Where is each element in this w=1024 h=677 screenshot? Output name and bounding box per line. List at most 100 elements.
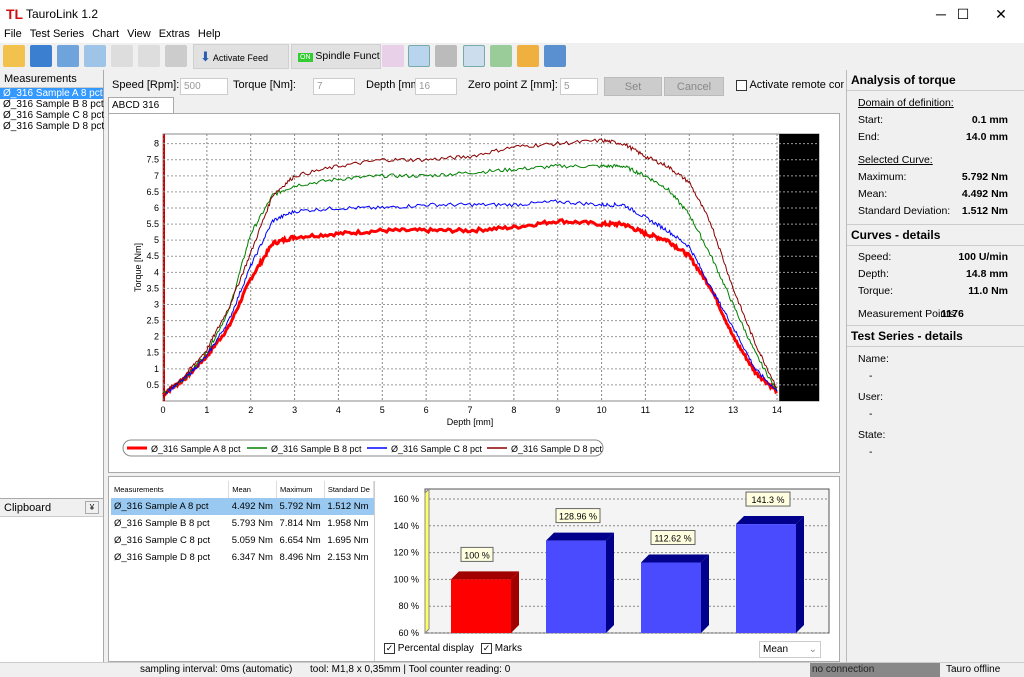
label: Torque: <box>858 285 894 297</box>
y-tick-label: 4 <box>154 267 159 277</box>
percental-display-checkbox[interactable]: ✓ Percental display <box>384 643 474 654</box>
delete-icon[interactable] <box>165 45 187 67</box>
menu-file[interactable]: File <box>0 28 26 40</box>
save-icon[interactable] <box>30 45 52 67</box>
sampling-status: sampling interval: 0ms (automatic) <box>140 664 293 675</box>
menu-view[interactable]: View <box>123 28 155 40</box>
connection-status: no connection <box>810 663 940 677</box>
checkbox[interactable]: ✓ <box>481 643 492 654</box>
markers-icon[interactable] <box>408 45 430 67</box>
copy-icon[interactable] <box>111 45 133 67</box>
spindle-function-button[interactable]: ON Spindle Function <box>291 44 381 69</box>
open-folder-icon[interactable] <box>3 45 25 67</box>
measurement-item[interactable]: Ø_316 Sample C 8 pct <box>0 110 104 121</box>
col-std[interactable]: Standard De <box>324 481 375 498</box>
frame-icon[interactable] <box>463 45 485 67</box>
y-tick-label: 1 <box>154 364 159 374</box>
add-curve-icon[interactable] <box>382 45 404 67</box>
menu-help[interactable]: Help <box>194 28 225 40</box>
bar-data-label: 100 % <box>464 550 490 560</box>
bar-y-tick-label: 140 % <box>393 521 419 531</box>
cancel-button[interactable]: Cancel <box>664 77 724 96</box>
bar-top <box>451 571 519 580</box>
torque-label: Torque [Nm]: <box>233 79 296 91</box>
speed-select[interactable]: 500 <box>180 78 228 95</box>
measurement-item[interactable]: Ø_316 Sample B 8 pct <box>0 99 104 110</box>
state-label: State: <box>858 429 886 441</box>
bar-side <box>606 532 614 633</box>
y-tick-label: 2.5 <box>146 316 159 326</box>
clipboard-header: Clipboard ¥ <box>0 499 103 517</box>
bar <box>736 524 796 633</box>
settings-icon[interactable] <box>435 45 457 67</box>
tab-abcd-316-ss[interactable]: ABCD 316 SS <box>108 97 174 126</box>
percental-label: Percental display <box>397 643 474 655</box>
activate-feed-button[interactable]: ⬇ Activate Feed <box>193 44 289 69</box>
user-value: - <box>869 408 873 420</box>
new-series-icon[interactable] <box>84 45 106 67</box>
table-row[interactable]: Ø_316 Sample C 8 pct 5.059 Nm 6.654 Nm 1.69… <box>111 532 374 549</box>
table-row[interactable]: Ø_316 Sample A 8 pct 4.492 Nm 5.792 Nm 1.51… <box>111 498 374 515</box>
x-tick-label: 13 <box>728 405 738 415</box>
close-button[interactable]: ✕ <box>978 0 1024 28</box>
table-cell: 5.793 Nm <box>231 518 273 529</box>
series-details-title: Test Series - details <box>847 325 1024 347</box>
y-tick-label: 5 <box>154 235 159 245</box>
y-tick-label: 7.5 <box>146 155 159 165</box>
toolbar: ⬇ Activate Feed ON Spindle Function <box>0 43 1024 70</box>
on-badge: ON <box>298 53 313 62</box>
x-tick-label: 14 <box>772 405 782 415</box>
remote-control-checkbox[interactable]: Activate remote contro <box>736 79 844 91</box>
table-cell: 2.153 Nm <box>327 552 369 563</box>
y-tick-label: 6.5 <box>146 187 159 197</box>
col-maximum[interactable]: Maximum <box>276 481 325 498</box>
table-row[interactable]: Ø_316 Sample B 8 pct 5.793 Nm 7.814 Nm 1.95… <box>111 515 374 532</box>
marks-checkbox[interactable]: ✓ Marks <box>481 643 522 654</box>
tauro-status: Tauro offline <box>946 664 1001 675</box>
torque-input[interactable]: 7 <box>313 78 355 95</box>
x-axis-label: Depth [mm] <box>447 417 494 427</box>
analysis-title: Analysis of torque <box>847 70 1024 91</box>
depth-input[interactable]: 16 <box>415 78 457 95</box>
zero-point-input[interactable]: 5 <box>560 78 598 95</box>
activate-feed-label: Activate Feed <box>212 53 268 63</box>
x-tick-label: 2 <box>248 405 253 415</box>
label: Start: <box>858 114 884 126</box>
name-label: Name: <box>858 353 889 365</box>
measurements-table: Measurements Mean Maximum Standard De Ø_316… <box>111 481 375 661</box>
set-button[interactable]: Set <box>604 77 662 96</box>
statistic-select[interactable]: Mean ⌄ <box>759 641 821 658</box>
bar-data-label: 112.62 % <box>654 533 691 543</box>
menu-extras[interactable]: Extras <box>155 28 194 40</box>
bar <box>546 540 606 633</box>
bar-y-tick-label: 120 % <box>393 548 419 558</box>
label: Depth: <box>858 268 889 280</box>
col-measurements[interactable]: Measurements <box>111 481 230 498</box>
export-excel-icon[interactable] <box>490 45 512 67</box>
paste-icon[interactable] <box>138 45 160 67</box>
menu-chart[interactable]: Chart <box>88 28 123 40</box>
checkbox[interactable]: ✓ <box>384 643 395 654</box>
col-mean[interactable]: Mean <box>228 481 278 498</box>
export-jpeg-icon[interactable] <box>517 45 539 67</box>
measurement-item[interactable]: Ø_316 Sample D 8 pct <box>0 121 104 132</box>
checkbox[interactable] <box>736 79 747 91</box>
y-tick-label: 6 <box>154 203 159 213</box>
bar-side <box>701 554 709 633</box>
measurement-item[interactable]: Ø_316 Sample A 8 pct <box>0 88 103 99</box>
torque-chart-panel: 0 1 2 3 4 5 6 7 8 9 10 11 12 13 14 0.5 1 1.5 2 2.5 3 3.5 4 4.5 5… <box>108 113 840 473</box>
y-tick-label: 1.5 <box>146 348 159 358</box>
table-row[interactable]: Ø_316 Sample D 8 pct 6.347 Nm 8.496 Nm 2.15… <box>111 549 374 566</box>
collapse-button[interactable]: ¥ <box>85 501 99 514</box>
save-all-icon[interactable] <box>57 45 79 67</box>
y-axis-wall <box>424 487 430 635</box>
bar-y-tick-label: 100 % <box>393 574 419 584</box>
measurements-header: Measurements <box>0 70 103 88</box>
maximum-value: 5.792 Nm <box>961 171 1008 183</box>
menu-test-series[interactable]: Test Series <box>26 28 88 40</box>
tool-status: tool: M1,8 x 0,35mm | Tool counter readi… <box>310 664 511 675</box>
table-cell: 6.654 Nm <box>279 535 321 546</box>
selected-curve-label: Selected Curve: <box>858 154 933 166</box>
y-tick-label: 7 <box>154 171 159 181</box>
export-bmp-icon[interactable] <box>544 45 566 67</box>
